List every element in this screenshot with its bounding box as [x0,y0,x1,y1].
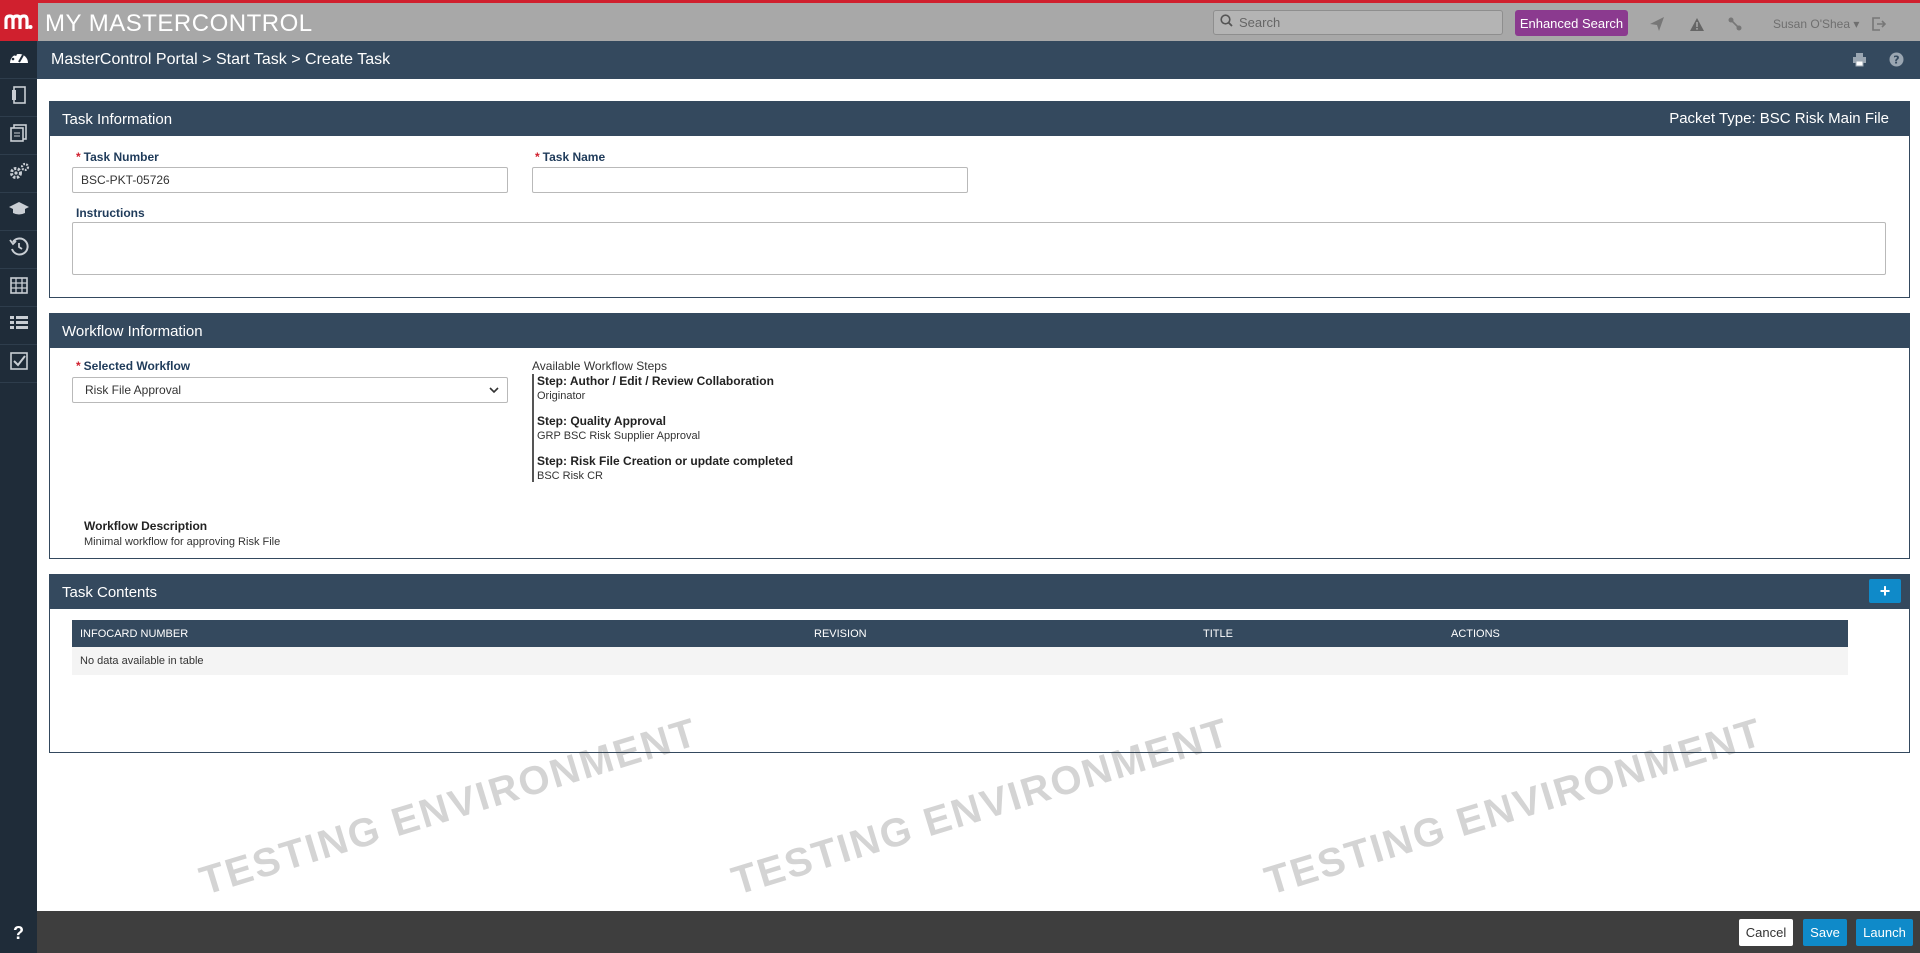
warning-icon[interactable] [1688,15,1706,33]
send-icon[interactable] [1648,15,1666,33]
task-contents-header: Task Contents + [50,575,1909,609]
instructions-textarea[interactable] [72,222,1886,275]
network-icon[interactable] [1726,15,1744,33]
workflow-steps-list: Step: Author / Edit / Review Collaborati… [532,374,793,482]
column-title[interactable]: TITLE [1195,620,1443,647]
nav-binder[interactable] [0,79,37,117]
nav-training[interactable] [0,193,37,231]
mastercontrol-logo-icon[interactable] [0,3,38,41]
workflow-step: Step: Risk File Creation or update compl… [537,454,793,482]
calendar-grid-icon [9,276,28,299]
selected-workflow-value: Risk File Approval [85,383,182,397]
print-icon[interactable] [1852,52,1868,68]
task-number-label: * Task Number [76,150,159,164]
nav-calendar[interactable] [0,269,37,307]
task-information-panel: Task Information Packet Type: BSC Risk M… [49,101,1910,298]
workflow-information-panel: Workflow Information * Selected Workflow … [49,313,1910,559]
dashboard-icon [8,48,30,71]
task-name-field[interactable] [532,167,968,193]
selected-workflow-select[interactable]: Risk File Approval [72,377,508,403]
left-navigation: ? [0,41,37,953]
app-root: MY MASTERCONTROL Enhanced Search Susan O… [0,0,1920,953]
workflow-description-value: Minimal workflow for approving Risk File [84,536,281,548]
workflow-step-group: Originator [537,390,586,402]
nav-dashboard[interactable] [0,41,37,79]
workflow-description: Workflow Description Minimal workflow fo… [84,519,280,548]
nav-settings[interactable] [0,155,37,193]
task-information-header: Task Information Packet Type: BSC Risk M… [50,102,1909,136]
list-table-icon [9,315,29,336]
column-actions: ACTIONS [1443,620,1848,647]
binder-icon [11,86,27,109]
nav-history[interactable] [0,231,37,269]
breadcrumb: MasterControl Portal > Start Task > Crea… [51,51,391,68]
add-content-button[interactable]: + [1869,579,1901,603]
help-circle-icon[interactable]: ? [1889,52,1905,68]
instructions-label: Instructions [76,206,145,220]
footer-action-bar: Cancel Save Launch [37,911,1920,953]
checklist-icon [9,352,28,375]
workflow-step-group: BSC Risk CR [537,470,604,482]
nav-tasks[interactable] [0,345,37,383]
history-icon [8,237,29,262]
breadcrumb-bar: MasterControl Portal > Start Task > Crea… [37,41,1920,79]
nav-reports[interactable] [0,307,37,345]
table-header-row: INFOCARD NUMBER REVISION TITLE ACTIONS [72,620,1848,647]
workflow-step: Step: Author / Edit / Review Collaborati… [537,374,793,402]
gears-icon [8,162,30,185]
search-icon [1220,13,1233,32]
column-infocard-number[interactable]: INFOCARD NUMBER [72,620,806,647]
launch-button[interactable]: Launch [1856,919,1913,946]
packet-type-label: Packet Type: BSC Risk Main File [1669,110,1889,127]
enhanced-search-button[interactable]: Enhanced Search [1515,10,1628,36]
task-contents-title: Task Contents [62,583,158,601]
workflow-information-header: Workflow Information [50,314,1909,348]
workflow-step-name: Step: Author / Edit / Review Collaborati… [537,374,774,388]
workflow-description-label: Workflow Description [84,519,208,533]
global-search[interactable] [1213,10,1503,35]
column-revision[interactable]: REVISION [806,620,1195,647]
workflow-step-name: Step: Quality Approval [537,414,666,428]
top-header: MY MASTERCONTROL Enhanced Search Susan O… [0,0,1920,41]
table-row: No data available in table [72,647,1848,675]
available-steps-title: Available Workflow Steps [532,359,667,373]
save-button[interactable]: Save [1803,919,1847,946]
workflow-information-title: Workflow Information [62,322,203,340]
task-contents-table: INFOCARD NUMBER REVISION TITLE ACTIONS N… [72,620,1848,675]
graduation-cap-icon [8,201,30,222]
selected-workflow-label: * Selected Workflow [76,359,191,373]
cancel-button[interactable]: Cancel [1739,919,1793,946]
workflow-step-group: GRP BSC Risk Supplier Approval [537,430,701,442]
workflow-step-name: Step: Risk File Creation or update compl… [537,454,794,468]
app-brand-title: MY MASTERCONTROL [45,10,313,37]
svg-text:?: ? [1893,54,1899,67]
task-name-label: * Task Name [535,150,606,164]
workflow-step: Step: Quality Approval GRP BSC Risk Supp… [537,414,793,442]
nav-documents[interactable] [0,117,37,155]
documents-icon [9,124,28,147]
search-input[interactable] [1239,15,1489,30]
task-number-field[interactable] [72,167,508,193]
logout-icon[interactable] [1870,15,1888,33]
task-information-title: Task Information [62,110,173,128]
chevron-down-icon [489,383,499,397]
empty-table-message: No data available in table [72,647,1848,675]
user-menu[interactable]: Susan O'Shea ▾ [1773,17,1859,31]
task-contents-panel: Task Contents + INFOCARD NUMBER REVISION… [49,574,1910,753]
help-question-icon[interactable]: ? [0,913,37,953]
user-name-label: Susan O'Shea [1773,17,1851,31]
